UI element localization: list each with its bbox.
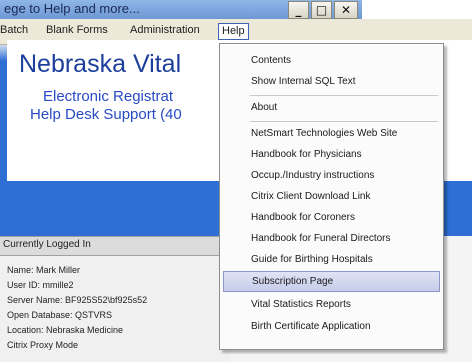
menu-separator — [250, 121, 438, 122]
menu-item-label: Vital Statistics Reports — [251, 299, 351, 310]
menu-item-birth-certificate[interactable]: Birth Certificate Application — [223, 316, 440, 337]
menu-item-vital-statistics[interactable]: Vital Statistics Reports — [223, 294, 440, 315]
menu-item-handbook-coroners[interactable]: Handbook for Coroners — [223, 207, 440, 228]
menu-item-netsmart[interactable]: NetSmart Technologies Web Site — [223, 123, 440, 144]
menu-item-label: Subscription Page — [252, 276, 334, 287]
info-user-id: User ID: mmille2 — [7, 280, 74, 290]
menu-item-label: Citrix Client Download Link — [251, 191, 371, 202]
logged-in-panel: Name: Mark Miller User ID: mmille2 Serve… — [0, 256, 230, 362]
menu-item-label: Occup./Industry instructions — [251, 170, 375, 181]
menu-item-birthing-hospitals[interactable]: Guide for Birthing Hospitals — [223, 249, 440, 270]
menu-item-label: NetSmart Technologies Web Site — [251, 128, 398, 139]
window-title: ege to Help and more... — [4, 1, 140, 16]
menu-item-label: Guide for Birthing Hospitals — [251, 254, 373, 265]
menu-separator — [250, 95, 438, 96]
menu-item-about[interactable]: About — [223, 97, 440, 118]
info-location: Location: Nebraska Medicine — [7, 325, 124, 335]
menu-blank-forms[interactable]: Blank Forms — [46, 24, 108, 36]
menu-item-handbook-funeral[interactable]: Handbook for Funeral Directors — [223, 228, 440, 249]
menu-item-label: Handbook for Coroners — [251, 212, 355, 223]
close-button[interactable]: ✕ — [334, 1, 358, 19]
info-citrix-mode: Citrix Proxy Mode — [7, 340, 79, 350]
menu-item-subscription[interactable]: Subscription Page — [223, 271, 440, 292]
menu-item-label: Birth Certificate Application — [251, 321, 371, 332]
menu-batch[interactable]: Batch — [0, 24, 28, 36]
menu-item-citrix-download[interactable]: Citrix Client Download Link — [223, 186, 440, 207]
help-dropdown-menu: Contents Show Internal SQL Text About Ne… — [219, 43, 444, 350]
menu-item-show-sql[interactable]: Show Internal SQL Text — [223, 71, 440, 92]
menu-item-label: Contents — [251, 55, 292, 66]
menu-item-label: Handbook for Physicians — [251, 149, 362, 160]
menu-item-occup-industry[interactable]: Occup./Industry instructions — [223, 165, 440, 186]
maximize-button[interactable]: □ — [311, 1, 332, 19]
info-name: Name: Mark Miller — [7, 265, 81, 275]
minimize-button[interactable]: _ — [288, 1, 309, 19]
menu-item-contents[interactable]: Contents — [223, 50, 440, 71]
subtitle-registration: Electronic Registrat — [43, 88, 174, 105]
info-open-database: Open Database: QSTVRS — [7, 310, 113, 320]
menu-item-label: About — [251, 102, 278, 113]
menu-item-handbook-physicians[interactable]: Handbook for Physicians — [223, 144, 440, 165]
logged-in-header: Currently Logged In — [0, 236, 230, 256]
page-title: Nebraska Vital — [19, 50, 182, 78]
application-window: ege to Help and more... _ □ ✕ Batch Blan… — [0, 0, 472, 362]
menu-item-label: Show Internal SQL Text — [251, 76, 356, 87]
menu-administration[interactable]: Administration — [130, 24, 200, 36]
info-server-name: Server Name: BF925S52\bf925s52 — [7, 295, 148, 305]
logged-in-label: Currently Logged In — [3, 239, 91, 250]
subtitle-help-desk: Help Desk Support (40 — [30, 106, 182, 123]
menu-item-label: Handbook for Funeral Directors — [251, 233, 391, 244]
menu-help[interactable]: Help — [218, 23, 249, 40]
